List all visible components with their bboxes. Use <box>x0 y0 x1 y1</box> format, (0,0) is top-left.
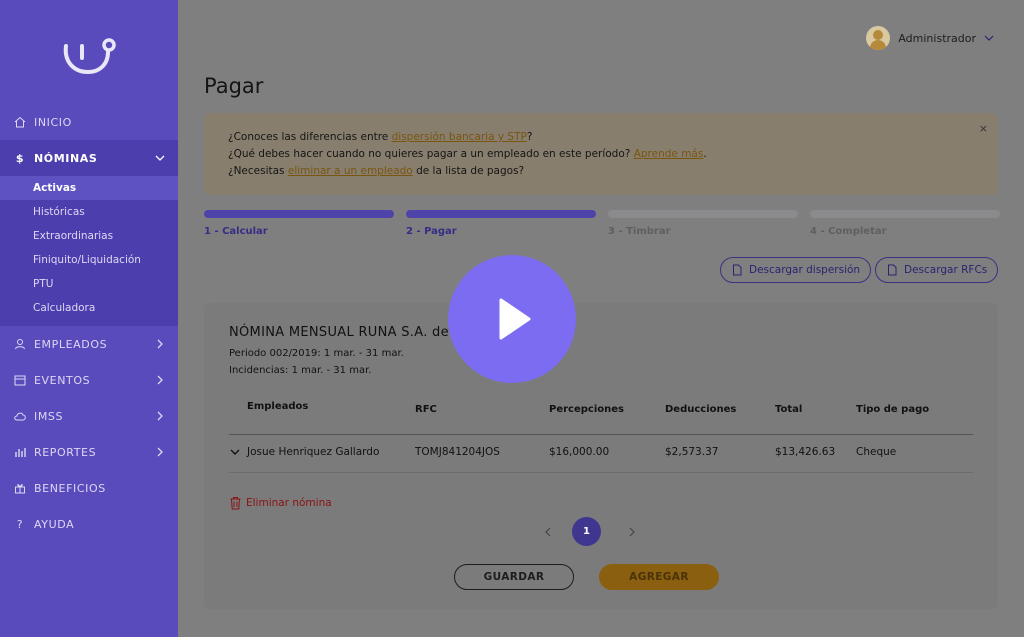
sidebar-item-label: NÓMINAS <box>34 151 98 165</box>
column-header: Percepciones <box>549 404 624 415</box>
cell-perceptions: $16,000.00 <box>549 446 610 458</box>
step-pagar: 2 - Pagar <box>406 210 596 237</box>
play-video-button[interactable] <box>448 255 576 383</box>
sidebar-nav: INICIO $ NÓMINAS Activas Históricas Extr… <box>0 104 178 542</box>
sidebar-subitem-finiquito[interactable]: Finiquito/Liquidación <box>0 248 178 272</box>
sidebar-item-label: AYUDA <box>34 517 75 531</box>
chevron-right-icon <box>157 447 163 457</box>
download-dispersion-button[interactable]: Descargar dispersión <box>720 257 872 283</box>
bar-chart-icon <box>13 445 27 459</box>
column-header: RFC <box>415 404 437 415</box>
cell-rfc: TOMJ841204JOS <box>415 446 500 458</box>
sidebar-item-label: REPORTES <box>34 445 97 459</box>
play-icon <box>499 298 531 340</box>
step-timbrar: 3 - Timbrar <box>608 210 798 237</box>
question-icon: ? <box>16 517 24 531</box>
divider <box>229 472 973 473</box>
sidebar-item-eventos[interactable]: EVENTOS <box>0 362 178 398</box>
chevron-right-icon <box>157 339 163 349</box>
trash-icon <box>230 497 241 510</box>
calendar-icon <box>13 373 27 387</box>
sidebar-item-empleados[interactable]: EMPLEADOS <box>0 326 178 362</box>
avatar <box>866 26 891 50</box>
dollar-icon: $ <box>15 151 25 165</box>
info-banner: ¿Conoces las diferencias entre dispersió… <box>204 113 998 195</box>
file-icon <box>888 264 897 276</box>
user-icon <box>13 337 27 351</box>
sidebar-item-reportes[interactable]: REPORTES <box>0 434 178 470</box>
file-icon <box>733 264 742 276</box>
home-icon <box>13 115 27 129</box>
notice-line-1: ¿Conoces las diferencias entre dispersió… <box>228 131 533 143</box>
main-content: Administrador Pagar ¿Conoces las diferen… <box>178 0 1024 637</box>
sidebar-item-inicio[interactable]: INICIO <box>0 104 178 140</box>
save-button[interactable]: GUARDAR <box>454 564 574 590</box>
expand-row-chevron-icon[interactable] <box>229 445 241 459</box>
chevron-right-icon <box>157 411 163 421</box>
payroll-card: NÓMINA MENSUAL RUNA S.A. de C Periodo 00… <box>204 303 998 609</box>
cloud-icon <box>13 409 27 423</box>
sidebar-item-label: IMSS <box>34 409 64 423</box>
sidebar-item-label: EMPLEADOS <box>34 337 108 351</box>
notice-line-2: ¿Qué debes hacer cuando no quieres pagar… <box>228 148 707 160</box>
sidebar-subitem-ptu[interactable]: PTU <box>0 272 178 296</box>
page-button-current[interactable]: 1 <box>572 517 601 546</box>
cell-total: $13,426.63 <box>775 446 836 458</box>
runa-logo-icon[interactable] <box>60 36 116 76</box>
sidebar-subitem-calculadora[interactable]: Calculadora <box>0 296 178 320</box>
step-completar: 4 - Completar <box>810 210 1000 237</box>
nominas-submenu: Activas Históricas Extraordinarias Finiq… <box>0 176 178 326</box>
sidebar-item-nominas[interactable]: $ NÓMINAS <box>0 140 178 176</box>
sidebar-item-ayuda[interactable]: ? AYUDA <box>0 506 178 542</box>
sidebar-subitem-extraordinarias[interactable]: Extraordinarias <box>0 224 178 248</box>
sidebar-subitem-historicas[interactable]: Históricas <box>0 200 178 224</box>
link-aprende-mas[interactable]: Aprende más <box>634 148 704 160</box>
column-header: Empleados <box>247 401 309 412</box>
pagination: 1 <box>534 517 644 547</box>
chevron-right-icon[interactable] <box>626 525 638 539</box>
delete-payroll-button[interactable]: Eliminar nómina <box>229 496 332 510</box>
payroll-title: NÓMINA MENSUAL RUNA S.A. de C <box>229 325 463 340</box>
sidebar-item-label: EVENTOS <box>34 373 91 387</box>
cell-payment-type: Cheque <box>856 446 897 458</box>
add-button[interactable]: AGREGAR <box>599 564 719 590</box>
sidebar: INICIO $ NÓMINAS Activas Históricas Extr… <box>0 0 178 637</box>
step-calcular: 1 - Calcular <box>204 210 394 237</box>
page-title: Pagar <box>204 74 264 98</box>
link-eliminar-empleado[interactable]: eliminar a un empleado <box>288 165 413 177</box>
download-rfcs-button[interactable]: Descargar RFCs <box>875 257 999 283</box>
chevron-left-icon[interactable] <box>542 525 554 539</box>
sidebar-item-label: INICIO <box>34 115 72 129</box>
column-header: Total <box>775 404 803 415</box>
chevron-right-icon <box>157 375 163 385</box>
chevron-down-icon <box>984 35 994 41</box>
cell-deductions: $2,573.37 <box>665 446 719 458</box>
chevron-down-icon <box>155 155 165 161</box>
payroll-period: Periodo 002/2019: 1 mar. - 31 mar. <box>229 348 404 359</box>
sidebar-item-imss[interactable]: IMSS <box>0 398 178 434</box>
column-header: Tipo de pago <box>856 404 930 415</box>
sidebar-item-label: BENEFICIOS <box>34 481 106 495</box>
column-header: Deducciones <box>665 404 737 415</box>
user-menu[interactable]: Administrador <box>866 26 996 50</box>
notice-line-3: ¿Necesitas eliminar a un empleado de la … <box>228 165 525 177</box>
gift-icon <box>13 481 27 495</box>
close-icon[interactable]: × <box>979 120 988 137</box>
sidebar-subitem-activas[interactable]: Activas <box>0 176 178 200</box>
payroll-incidences: Incidencias: 1 mar. - 31 mar. <box>229 365 372 376</box>
divider <box>229 434 973 435</box>
user-name: Administrador <box>898 31 976 45</box>
progress-steps: 1 - Calcular 2 - Pagar 3 - Timbrar 4 - C… <box>204 210 1000 240</box>
sidebar-item-beneficios[interactable]: BENEFICIOS <box>0 470 178 506</box>
link-dispersion[interactable]: dispersión bancaria y STP <box>392 131 527 143</box>
cell-employee: Josue Henriquez Gallardo <box>247 446 380 458</box>
